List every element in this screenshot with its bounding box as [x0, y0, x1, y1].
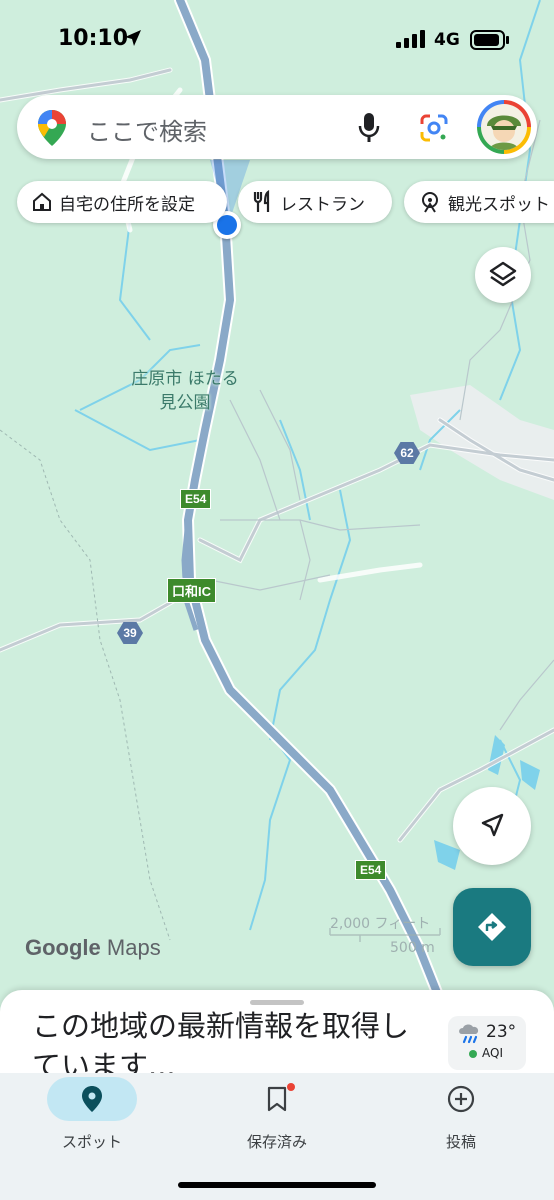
add-circle-icon — [447, 1085, 475, 1113]
search-placeholder[interactable]: ここで検索 — [87, 112, 207, 147]
place-icon — [82, 1086, 102, 1112]
place-label[interactable]: 庄原市 ほたる 見公園 — [115, 367, 255, 415]
attraction-icon — [418, 190, 442, 214]
chip-set-home-label: 自宅の住所を設定 — [59, 194, 195, 215]
home-icon — [31, 191, 53, 213]
scale-imperial: 2,000 フィート — [330, 916, 431, 932]
google-lens-icon[interactable] — [419, 113, 449, 143]
notification-dot — [287, 1083, 295, 1091]
nav-saved-pill[interactable] — [232, 1077, 322, 1121]
location-arrow-icon — [125, 30, 141, 46]
recenter-button[interactable] — [453, 787, 531, 865]
rain-cloud-icon — [459, 1024, 479, 1044]
highway-shield-e54-lower: E54 — [355, 860, 387, 880]
battery-icon — [470, 30, 509, 50]
account-avatar[interactable] — [477, 100, 531, 154]
directions-button[interactable] — [453, 888, 531, 966]
nav-explore-label: スポット — [61, 1133, 122, 1151]
search-bar[interactable]: ここで検索 — [17, 95, 537, 159]
chip-restaurants-label: レストラン — [280, 194, 365, 215]
watermark-google: Google — [25, 935, 101, 960]
avatar-image — [487, 115, 521, 150]
cellular-signal-icon — [396, 30, 425, 48]
aqi-status-dot — [469, 1050, 477, 1058]
nav-contribute-label: 投稿 — [445, 1133, 476, 1151]
nav-contribute[interactable]: 投稿 — [391, 1077, 531, 1152]
weather-temperature: 23° — [486, 1022, 517, 1042]
mic-icon[interactable] — [357, 111, 381, 143]
google-maps-pin-icon — [38, 110, 66, 146]
weather-card[interactable]: 23° AQI — [448, 1016, 526, 1070]
chip-set-home[interactable]: 自宅の住所を設定 — [17, 181, 227, 223]
route-62-label: 62 — [400, 446, 414, 460]
nav-saved-label: 保存済み — [246, 1133, 307, 1151]
directions-icon — [478, 913, 506, 941]
weather-aqi-label: AQI — [482, 1046, 503, 1060]
status-bar: 10:10 4G — [0, 0, 554, 80]
nav-explore[interactable]: スポット — [22, 1077, 162, 1152]
route-39-label: 39 — [123, 626, 137, 640]
bottom-navigation: スポット 保存済み 投稿 — [0, 1073, 554, 1200]
sheet-drag-handle[interactable] — [250, 1000, 304, 1005]
scale-metric: 500 m — [390, 940, 435, 956]
place-label-line1: 庄原市 ほたる — [131, 369, 239, 389]
bookmark-icon — [267, 1086, 287, 1112]
highway-shield-e54-upper: E54 — [180, 489, 212, 509]
interchange-label[interactable]: 口和IC — [167, 578, 217, 603]
nav-explore-pill[interactable] — [47, 1077, 137, 1121]
watermark-maps: Maps — [106, 935, 161, 960]
home-indicator[interactable] — [178, 1182, 376, 1188]
chip-restaurants[interactable]: レストラン — [238, 181, 392, 223]
place-label-line2: 見公園 — [159, 393, 211, 413]
layers-icon — [489, 261, 517, 287]
nav-saved[interactable]: 保存済み — [207, 1077, 347, 1152]
google-maps-watermark: Google Maps — [25, 935, 161, 961]
layers-button[interactable] — [475, 247, 531, 303]
chip-attractions[interactable]: 観光スポット — [404, 181, 554, 223]
chip-attractions-label: 観光スポット — [448, 194, 550, 215]
navigation-arrow-icon — [481, 813, 504, 837]
status-time: 10:10 — [58, 26, 129, 51]
network-type: 4G — [434, 30, 460, 50]
nav-contribute-pill[interactable] — [416, 1077, 506, 1121]
restaurant-icon — [252, 190, 274, 214]
